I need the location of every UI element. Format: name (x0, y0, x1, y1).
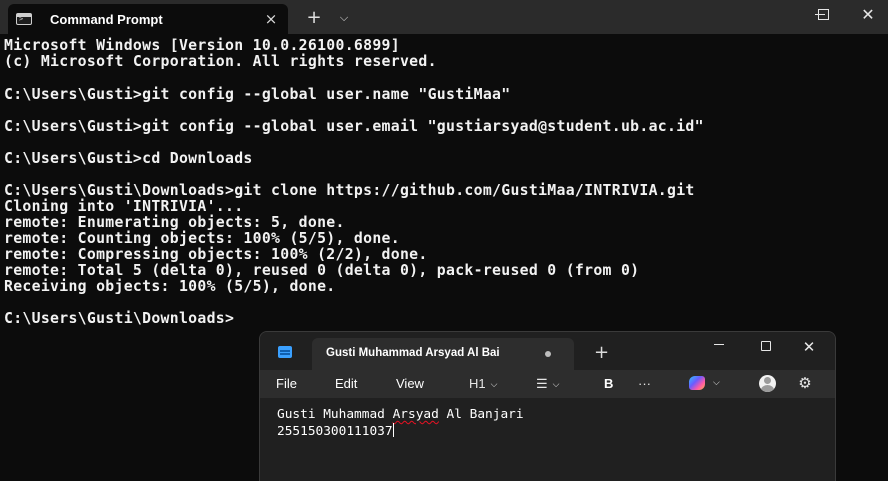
heading-label: H1 (469, 376, 486, 391)
text-line: Gusti Muhammad Arsyad Al Banjari (277, 407, 524, 423)
notepad-tab-document[interactable]: Gusti Muhammad Arsyad Al Bai (312, 338, 574, 370)
terminal-line: remote: Compressing objects: 100% (2/2),… (4, 246, 428, 263)
notepad-maximize-button[interactable] (742, 332, 788, 362)
terminal-tab-command-prompt[interactable]: Command Prompt × (8, 4, 288, 34)
terminal-line: remote: Counting objects: 100% (5/5), do… (4, 230, 400, 247)
text-caret (392, 423, 394, 437)
menu-edit[interactable]: Edit (335, 375, 357, 393)
text-segment: Al Banjari (438, 407, 524, 422)
terminal-line: C:\Users\Gusti\Downloads>git clone https… (4, 182, 695, 199)
terminal-prompt-line: C:\Users\Gusti\Downloads> (4, 310, 235, 327)
notepad-titlebar: Gusti Muhammad Arsyad Al Bai + ✕ (260, 332, 835, 370)
bold-button[interactable]: B (604, 374, 613, 394)
notepad-tab-label: Gusti Muhammad Arsyad Al Bai (326, 347, 500, 359)
account-avatar-icon[interactable] (759, 375, 776, 392)
chevron-down-icon[interactable]: ⌵ (713, 375, 720, 391)
notepad-menubar: File Edit View H1 ⌵ ☰ ⌵ B ··· (260, 370, 835, 398)
settings-gear-icon[interactable]: ⚙ (796, 374, 814, 392)
text-segment: Gusti Muhammad (277, 407, 393, 422)
terminal-tab-label: Command Prompt (50, 11, 163, 27)
terminal-line: (c) Microsoft Corporation. All rights re… (4, 53, 437, 70)
menu-file[interactable]: File (276, 375, 297, 393)
notepad-app-icon (278, 346, 292, 358)
terminal-line: Microsoft Windows [Version 10.0.26100.68… (4, 37, 400, 54)
terminal-titlebar: Command Prompt × + ⌵ ✕ (0, 0, 888, 34)
terminal-line: C:\Users\Gusti>cd Downloads (4, 150, 253, 167)
notepad-minimize-button[interactable] (696, 332, 742, 362)
heading-dropdown[interactable]: H1 ⌵ (469, 374, 497, 394)
copilot-icon[interactable] (689, 376, 705, 390)
notepad-new-tab-button[interactable]: + (594, 342, 609, 364)
chevron-down-icon: ⌵ (552, 379, 560, 389)
menu-view[interactable]: View (396, 375, 424, 393)
notepad-text-area[interactable]: Gusti Muhammad Arsyad Al Banjari 2551503… (260, 398, 835, 481)
tab-dropdown-chevron-icon[interactable]: ⌵ (334, 7, 354, 29)
list-dropdown[interactable]: ☰ ⌵ (536, 374, 559, 394)
more-options-button[interactable]: ··· (638, 374, 651, 394)
unsaved-dot-icon[interactable] (545, 351, 551, 357)
terminal-line: C:\Users\Gusti>git config --global user.… (4, 118, 704, 135)
maximize-button[interactable] (800, 0, 846, 30)
notepad-window: Gusti Muhammad Arsyad Al Bai + ✕ File Ed… (259, 331, 836, 481)
chevron-down-icon: ⌵ (490, 379, 498, 389)
close-tab-icon[interactable]: × (262, 10, 280, 28)
new-tab-button[interactable]: + (302, 6, 326, 30)
terminal-line: C:\Users\Gusti>git config --global user.… (4, 86, 511, 103)
terminal-line: remote: Total 5 (delta 0), reused 0 (del… (4, 262, 640, 279)
terminal-line: Cloning into 'INTRIVIA'... (4, 198, 244, 215)
close-window-button[interactable]: ✕ (845, 0, 888, 30)
terminal-line: remote: Enumerating objects: 5, done. (4, 214, 345, 231)
misspelled-word: Arsyad (392, 407, 439, 422)
text-segment: 255150300111037 (277, 424, 393, 439)
text-line: 255150300111037 (277, 423, 394, 439)
terminal-line: Receiving objects: 100% (5/5), done. (4, 278, 336, 295)
list-icon: ☰ (536, 376, 548, 391)
command-prompt-icon (16, 13, 32, 25)
notepad-close-button[interactable]: ✕ (786, 332, 832, 362)
